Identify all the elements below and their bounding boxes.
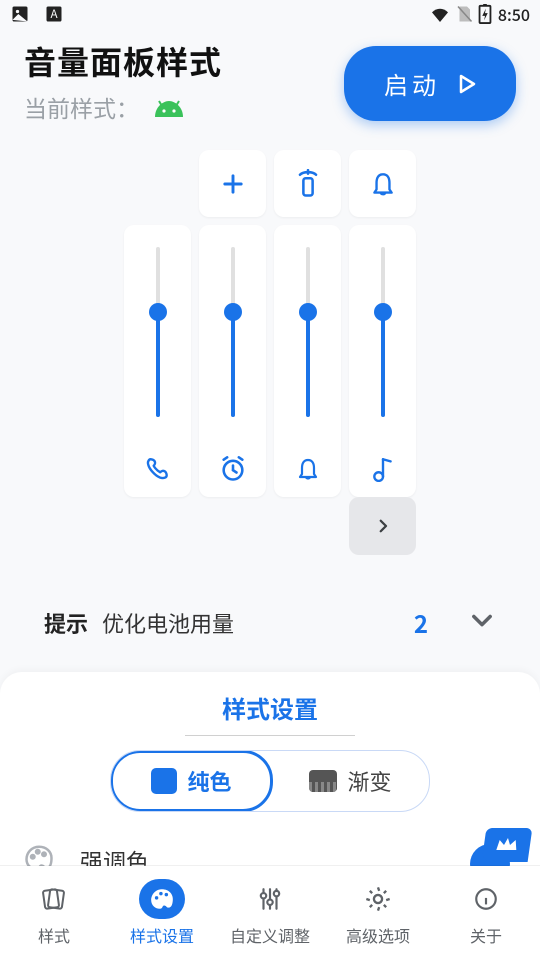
gear-icon <box>355 879 401 919</box>
page-title: 音量面板样式 <box>24 38 222 84</box>
status-time: 8:50 <box>498 2 530 26</box>
image-icon <box>10 4 30 24</box>
sliders-icon <box>247 879 293 919</box>
seg-solid[interactable]: 纯色 <box>110 750 273 812</box>
preview-cast-button[interactable] <box>274 150 341 217</box>
tips-row[interactable]: 提示 优化电池用量 2 <box>0 605 540 640</box>
sheet-underline <box>185 735 355 736</box>
info-icon <box>463 879 509 919</box>
expand-button[interactable] <box>349 497 416 555</box>
solid-swatch-icon <box>151 768 177 794</box>
music-note-icon <box>369 455 397 483</box>
style-settings-sheet: 样式设置 纯色 渐变 强调色 <box>0 672 540 866</box>
seg-solid-label: 纯色 <box>187 765 231 797</box>
status-right: 8:50 <box>430 2 530 26</box>
seg-gradient-label: 渐变 <box>347 765 391 797</box>
cards-icon <box>31 879 77 919</box>
bell-icon <box>294 455 322 483</box>
nav-style[interactable]: 样式 <box>0 866 108 960</box>
color-mode-segmented: 纯色 渐变 <box>110 750 430 812</box>
status-bar: A 8:50 <box>0 0 540 28</box>
nav-customize[interactable]: 自定义调整 <box>216 866 324 960</box>
volume-panel-preview <box>0 150 540 555</box>
no-sim-icon <box>456 5 472 23</box>
preview-bell-button[interactable] <box>349 150 416 217</box>
nav-label: 样式设置 <box>130 923 194 947</box>
svg-text:A: A <box>50 5 58 22</box>
tips-text: 优化电池用量 <box>102 607 400 639</box>
palette-nav-icon <box>139 879 185 919</box>
alarm-icon <box>219 455 247 483</box>
bottom-nav: 样式 样式设置 自定义调整 高级选项 关于 <box>0 866 540 960</box>
slider-media[interactable] <box>349 225 416 497</box>
tips-label: 提示 <box>44 607 88 639</box>
nav-label: 关于 <box>470 923 502 947</box>
nav-label: 样式 <box>38 923 70 947</box>
slider-alarm[interactable] <box>199 225 266 497</box>
battery-charging-icon <box>478 4 492 24</box>
wifi-icon <box>430 6 450 22</box>
play-icon <box>458 66 476 101</box>
preview-add-button[interactable] <box>199 150 266 217</box>
nav-about[interactable]: 关于 <box>432 866 540 960</box>
android-icon <box>153 98 183 116</box>
gradient-swatch-icon <box>309 770 337 792</box>
nav-advanced[interactable]: 高级选项 <box>324 866 432 960</box>
slider-call[interactable] <box>124 225 191 497</box>
seg-gradient[interactable]: 渐变 <box>272 751 429 811</box>
slider-notification[interactable] <box>274 225 341 497</box>
launch-button[interactable]: 启动 <box>344 46 516 121</box>
page-subtitle: 当前样式： <box>24 90 139 124</box>
chevron-down-icon <box>468 606 496 639</box>
nav-label: 高级选项 <box>346 923 410 947</box>
crown-icon <box>482 828 533 862</box>
sheet-title: 样式设置 <box>0 690 540 725</box>
launch-label: 启动 <box>384 66 440 101</box>
font-icon: A <box>44 4 64 24</box>
header: 音量面板样式 当前样式： 启动 <box>0 28 540 124</box>
phone-icon <box>144 455 172 483</box>
nav-style-settings[interactable]: 样式设置 <box>108 866 216 960</box>
tips-count: 2 <box>414 605 428 640</box>
nav-label: 自定义调整 <box>230 923 310 947</box>
status-left: A <box>10 4 64 24</box>
